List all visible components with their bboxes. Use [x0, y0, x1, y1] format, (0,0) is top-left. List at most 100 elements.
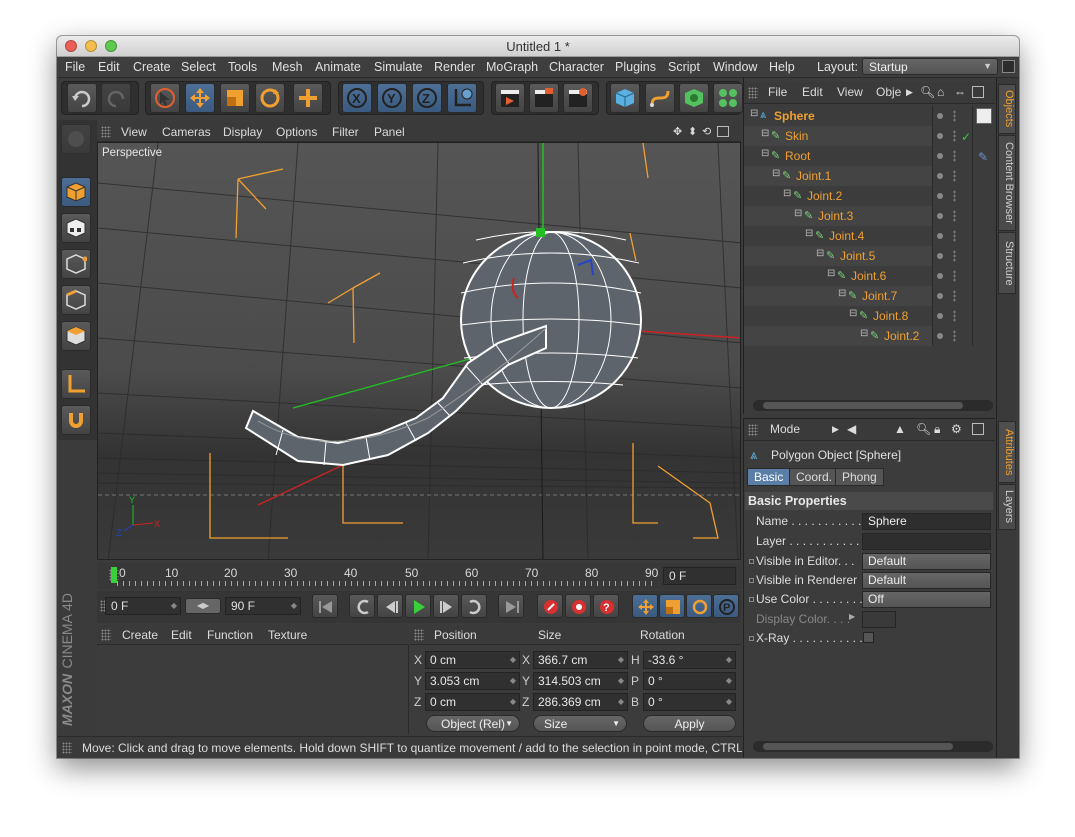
menu-select[interactable]: Select: [181, 60, 216, 74]
attribute-scrollbar-thumb[interactable]: [763, 743, 953, 750]
material-tag-icon[interactable]: [976, 108, 992, 124]
tree-toggle-icon[interactable]: ⊟: [860, 328, 868, 339]
end-frame-field[interactable]: 90 F ◆: [225, 597, 301, 615]
animate-toggle[interactable]: [749, 636, 754, 641]
menu-animate[interactable]: Animate: [315, 60, 361, 74]
menu-edit[interactable]: Edit: [98, 60, 120, 74]
goto-end-button[interactable]: [498, 594, 524, 618]
tab-phong[interactable]: Phong: [835, 468, 884, 486]
y-axis-button[interactable]: Y: [377, 83, 407, 113]
object-row[interactable]: ⊟ ⩓ Sphere: [744, 106, 956, 126]
add-generator-button[interactable]: [679, 83, 709, 113]
undo-button[interactable]: [67, 83, 97, 113]
object-row[interactable]: ⊟ ✎ Joint.5: [744, 246, 956, 266]
editor-render-dots[interactable]: [953, 170, 956, 182]
position-y-field[interactable]: 3.053 cm ◆: [425, 672, 520, 690]
play-button[interactable]: [405, 594, 431, 618]
axis-mode-button[interactable]: [61, 369, 91, 399]
prev-frame-button[interactable]: [377, 594, 403, 618]
editor-render-dots[interactable]: [953, 290, 956, 302]
rotation-b-field[interactable]: 0 ° ◆: [643, 693, 736, 711]
menu-script[interactable]: Script: [668, 60, 700, 74]
object-scrollbar-thumb[interactable]: [763, 402, 963, 409]
rotation-p-field[interactable]: 0 ° ◆: [643, 672, 736, 690]
menu-file[interactable]: File: [65, 60, 85, 74]
viewport-menu-filter[interactable]: Filter: [332, 125, 359, 139]
use-color-dropdown[interactable]: Off: [862, 591, 991, 608]
position-z-field[interactable]: 0 cm ◆: [425, 693, 520, 711]
attribute-scrollbar[interactable]: [753, 741, 993, 752]
render-view-button[interactable]: [495, 83, 525, 113]
viewport-rotate-icon[interactable]: ⟲: [702, 125, 711, 138]
goto-start-button[interactable]: [312, 594, 338, 618]
object-row[interactable]: ⊟ ✎ Root: [744, 146, 956, 166]
menu-plugins[interactable]: Plugins: [615, 60, 656, 74]
lock-icon[interactable]: 🔒︎: [934, 422, 940, 437]
object-row[interactable]: ⊟ ✎ Joint.7: [744, 286, 956, 306]
menu-create[interactable]: Create: [133, 60, 171, 74]
back-arrow-icon[interactable]: ◀: [847, 422, 856, 436]
viewport-menu-display[interactable]: Display: [223, 125, 262, 139]
edge-mode-button[interactable]: [61, 285, 91, 315]
animate-toggle[interactable]: [749, 597, 754, 602]
animate-toggle[interactable]: [749, 559, 754, 564]
editor-render-dots[interactable]: [953, 210, 956, 222]
viewport-dolly-icon[interactable]: ⬍: [688, 125, 697, 138]
size-x-field[interactable]: 366.7 cm ◆: [533, 651, 628, 669]
tab-content-browser[interactable]: Content Browser: [998, 135, 1016, 231]
size-mode-dropdown[interactable]: Size ▼: [533, 715, 627, 732]
menu-character[interactable]: Character: [549, 60, 604, 74]
material-menu-function[interactable]: Function: [207, 628, 253, 642]
new-window-icon[interactable]: [972, 423, 984, 435]
current-frame-field[interactable]: 0 F: [663, 567, 736, 585]
add-cube-button[interactable]: [610, 83, 640, 113]
object-scrollbar[interactable]: [753, 400, 993, 411]
chevron-right-icon[interactable]: ▶: [906, 87, 913, 98]
next-key-button[interactable]: [461, 594, 487, 618]
attributes-menu-mode[interactable]: Mode: [770, 422, 800, 436]
object-row[interactable]: ⊟ ✎ Joint.3: [744, 206, 956, 226]
prev-key-button[interactable]: [349, 594, 375, 618]
xray-checkbox[interactable]: [863, 632, 874, 643]
object-row[interactable]: ⊟ ✎ Joint.2: [744, 186, 956, 206]
coordinate-system-button[interactable]: [447, 83, 477, 113]
animate-toggle[interactable]: [749, 578, 754, 583]
objects-menu-edit[interactable]: Edit: [802, 85, 823, 99]
visibility-dot[interactable]: [937, 253, 943, 259]
render-settings-button[interactable]: [563, 83, 593, 113]
tree-toggle-icon[interactable]: ⊟: [827, 268, 835, 279]
layout-dropdown[interactable]: Startup ▼: [862, 58, 998, 75]
tree-toggle-icon[interactable]: ⊟: [761, 148, 769, 159]
model-mode-button[interactable]: [61, 177, 91, 207]
visibility-dot[interactable]: [937, 113, 943, 119]
tree-toggle-icon[interactable]: ⊟: [750, 108, 758, 119]
visibility-dot[interactable]: [937, 153, 943, 159]
editor-render-dots[interactable]: [953, 150, 956, 162]
z-axis-button[interactable]: Z: [412, 83, 442, 113]
visibility-dot[interactable]: [937, 293, 943, 299]
start-frame-field[interactable]: 0 F ◆: [105, 597, 181, 615]
tree-toggle-icon[interactable]: ⊟: [772, 168, 780, 179]
object-row[interactable]: ⊟ ✎ Joint.1: [744, 166, 956, 186]
tab-coord[interactable]: Coord.: [789, 468, 840, 486]
record-keys-button[interactable]: [537, 594, 563, 618]
position-x-field[interactable]: 0 cm ◆: [425, 651, 520, 669]
coordinate-mode-dropdown[interactable]: Object (Rel) ▼: [426, 715, 520, 732]
recent-tool-button[interactable]: [293, 83, 323, 113]
menu-render[interactable]: Render: [434, 60, 475, 74]
tab-attributes[interactable]: Attributes: [998, 421, 1016, 483]
texture-mode-button[interactable]: [61, 213, 91, 243]
tab-structure[interactable]: Structure: [998, 232, 1016, 294]
menu-simulate[interactable]: Simulate: [374, 60, 423, 74]
size-y-field[interactable]: 314.503 cm ◆: [533, 672, 628, 690]
tree-toggle-icon[interactable]: ⊟: [838, 288, 846, 299]
point-mode-button[interactable]: [61, 249, 91, 279]
new-window-icon[interactable]: [972, 86, 984, 98]
visibility-dot[interactable]: [937, 173, 943, 179]
viewport-canvas[interactable]: Y X Z Perspective: [97, 142, 741, 560]
editor-render-dots[interactable]: [953, 190, 956, 202]
object-row[interactable]: ⊟ ✎ Joint.2: [744, 326, 956, 346]
up-arrow-icon[interactable]: ▲: [894, 422, 906, 436]
visibility-dot[interactable]: [937, 193, 943, 199]
key-parameter-button[interactable]: P: [713, 594, 739, 618]
